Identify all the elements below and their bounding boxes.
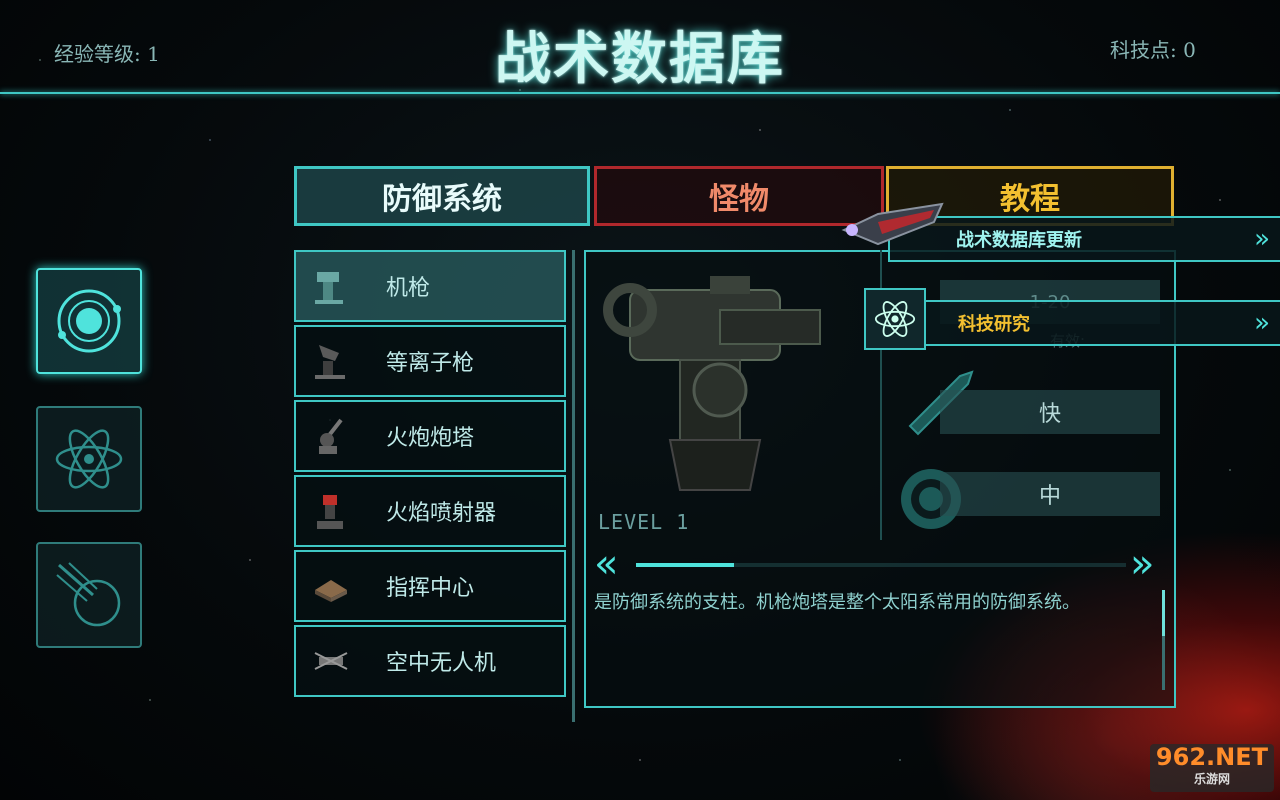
list-item-label: 空中无人机 [386, 651, 497, 676]
plasma-gun-icon [296, 327, 366, 395]
weapon-description: 是防御系统的支柱。机枪炮塔是整个太阳系常用的防御系统。 [594, 592, 1080, 613]
list-item-flamethrower[interactable]: 火焰喷射器 [294, 475, 566, 547]
speed-value: 快 [1038, 402, 1061, 427]
tech-research-label: 科技研究 [958, 314, 1030, 335]
orbit-icon [57, 289, 121, 353]
list-item-label: 等离子枪 [386, 351, 475, 376]
list-item-plasma-gun[interactable]: 等离子枪 [294, 325, 566, 397]
tech-atom-icon [864, 288, 926, 350]
tech-research-banner[interactable]: 科技研究 » [866, 300, 1280, 346]
database-update-label: 战术数据库更新 [956, 230, 1082, 251]
previous-arrow-icon[interactable]: « [594, 544, 618, 584]
list-item-command-center[interactable]: 指挥中心 [294, 550, 566, 622]
chevron-right-icon: » [1254, 308, 1270, 338]
air-drone-icon [296, 627, 366, 695]
list-scrollbar[interactable] [572, 250, 575, 722]
watermark-brand: 962.NET [1155, 743, 1268, 771]
list-item-label: 指挥中心 [386, 576, 475, 601]
level-label: LEVEL 1 [598, 510, 690, 534]
level-progress-fill [636, 563, 734, 567]
header-divider [0, 92, 1280, 94]
list-item-label: 火炮炮塔 [386, 426, 475, 451]
spaceship-icon [841, 202, 944, 246]
page-title: 战术数据库 [495, 27, 785, 92]
atom-category-button[interactable] [36, 406, 142, 512]
list-item-artillery-turret[interactable]: 火炮炮塔 [294, 400, 566, 472]
site-watermark-logo: 962.NET 乐游网 [1149, 743, 1274, 792]
atom-icon [55, 429, 123, 489]
accuracy-stat: 中 [940, 472, 1160, 516]
list-item-machine-gun[interactable]: 机枪 [294, 250, 566, 322]
meteor-category-button[interactable] [36, 542, 142, 648]
list-item-air-drone[interactable]: 空中无人机 [294, 625, 566, 697]
accuracy-value: 中 [1038, 484, 1061, 509]
meteor-icon [56, 562, 121, 627]
command-center-icon [296, 552, 366, 620]
defense-list[interactable]: 机枪 等离子枪 火炮炮塔 火焰喷射器 指挥中心 空中无人机 [294, 250, 566, 722]
list-item-label: 火焰喷射器 [386, 501, 497, 526]
flamethrower-icon [296, 477, 366, 545]
description-scrollbar[interactable] [1162, 590, 1165, 690]
tab-defense-systems[interactable]: 防御系统 [294, 166, 590, 226]
speed-stat: 快 [940, 390, 1160, 434]
tech-points-label: 科技点: 0 [1110, 38, 1196, 62]
artillery-turret-icon [296, 402, 366, 470]
description-scrollbar-thumb[interactable] [1162, 590, 1165, 636]
orbit-category-button[interactable] [36, 268, 142, 374]
watermark-sub: 乐游网 [1193, 772, 1230, 786]
next-arrow-icon[interactable]: » [1130, 544, 1154, 584]
list-item-label: 机枪 [386, 276, 431, 301]
machine-gun-icon [296, 252, 366, 320]
level-progress-bar [636, 563, 1126, 567]
chevron-right-icon: » [1254, 224, 1270, 254]
machine-gun-turret-image [603, 276, 821, 491]
